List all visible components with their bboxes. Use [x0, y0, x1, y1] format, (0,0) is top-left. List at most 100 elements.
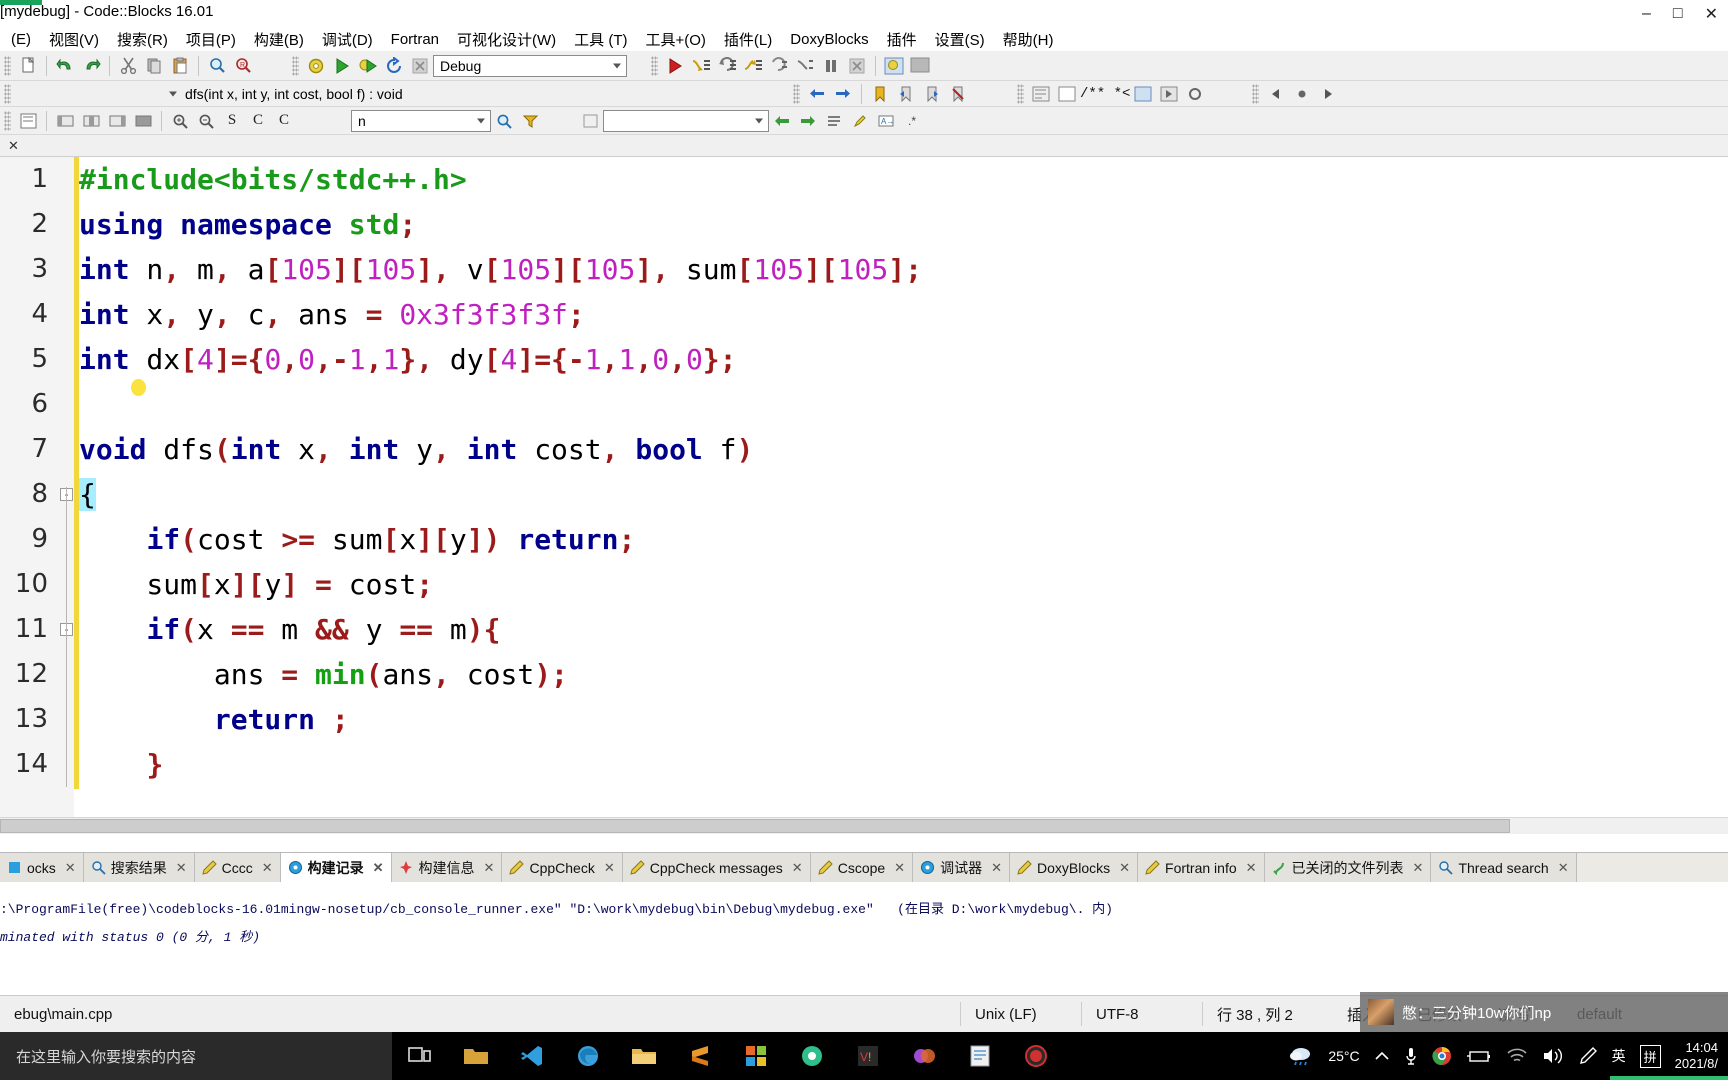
- replace-icon[interactable]: R: [230, 54, 256, 78]
- log-tab-cppcheck[interactable]: CppCheck ✕: [502, 853, 623, 882]
- log-tab-close-icon[interactable]: ✕: [991, 860, 1002, 876]
- search-list-icon[interactable]: [821, 109, 847, 133]
- search-more-icon[interactable]: .*: [899, 109, 925, 133]
- step-into-icon[interactable]: [688, 54, 714, 78]
- find-icon[interactable]: [204, 54, 230, 78]
- log-tab-doxyblocks[interactable]: DoxyBlocks ✕: [1009, 853, 1139, 882]
- volume-icon[interactable]: [1542, 1047, 1564, 1065]
- zoom-out-icon[interactable]: [193, 109, 219, 133]
- ime-language[interactable]: 英: [1612, 1046, 1626, 1066]
- bookmark-prev-icon[interactable]: [893, 82, 919, 106]
- next-instruction-icon[interactable]: [792, 54, 818, 78]
- regex-icon[interactable]: C: [271, 109, 297, 133]
- maximize-button[interactable]: □: [1673, 5, 1683, 22]
- log-tab-close-icon[interactable]: ✕: [604, 860, 615, 876]
- fortran-prev-icon[interactable]: [1263, 82, 1289, 106]
- build-log-pane[interactable]: :\ProgramFile(free)\codeblocks-16.01ming…: [0, 882, 1728, 995]
- code-line[interactable]: }: [79, 742, 1728, 787]
- various-info-icon[interactable]: [907, 54, 933, 78]
- search-next-icon[interactable]: [795, 109, 821, 133]
- log-tab-close-icon[interactable]: ✕: [1119, 860, 1130, 876]
- symbol-search-icon[interactable]: [491, 109, 517, 133]
- highlight-icon[interactable]: [847, 109, 873, 133]
- code-line[interactable]: {: [79, 472, 1728, 517]
- task-view-icon[interactable]: [392, 1032, 448, 1080]
- code-line[interactable]: int n, m, a[105][105], v[105][105], sum[…: [79, 247, 1728, 292]
- log-tab-build-messages[interactable]: 构建信息 ✕: [391, 853, 503, 882]
- record-icon[interactable]: [1008, 1032, 1064, 1080]
- close-button[interactable]: ✕: [1705, 4, 1718, 24]
- align-left-icon[interactable]: [52, 109, 78, 133]
- editor-horizontal-scrollbar[interactable]: [0, 817, 1728, 834]
- green-app-icon[interactable]: [784, 1032, 840, 1080]
- weather-icon[interactable]: [1288, 1045, 1314, 1067]
- microphone-icon[interactable]: [1404, 1046, 1418, 1066]
- folder-explorer-icon[interactable]: [448, 1032, 504, 1080]
- menu-tools-plus[interactable]: 工具+(O): [637, 29, 715, 50]
- fortran-marker-icon[interactable]: [1289, 82, 1315, 106]
- log-tab-close-icon[interactable]: ✕: [373, 860, 384, 876]
- debugging-windows-icon[interactable]: [881, 54, 907, 78]
- menu-tools[interactable]: 工具 (T): [565, 29, 636, 50]
- log-tab-close-icon[interactable]: ✕: [894, 860, 905, 876]
- code-line[interactable]: sum[x][y] = cost;: [79, 562, 1728, 607]
- log-tab-cccc[interactable]: Cccc ✕: [194, 853, 281, 882]
- menu-fortran[interactable]: Fortran: [382, 31, 448, 48]
- code-line[interactable]: using namespace std;: [79, 202, 1728, 247]
- file-explorer-icon[interactable]: [616, 1032, 672, 1080]
- function-scope-combo[interactable]: dfs(int x, int y, int cost, bool f) : vo…: [165, 83, 765, 105]
- pause-icon[interactable]: [818, 54, 844, 78]
- menu-debug[interactable]: 调试(D): [313, 29, 382, 50]
- log-tab-close-icon[interactable]: ✕: [1413, 860, 1424, 876]
- align-fill-icon[interactable]: [130, 109, 156, 133]
- log-tab-closed-files[interactable]: 已关闭的文件列表 ✕: [1264, 853, 1432, 882]
- code-editor[interactable]: 1 2 3 4 5 6 7 8 9 10 11 12 13 14 #include<bits/stdc++…: [0, 157, 1728, 817]
- menu-plugins[interactable]: 插件(L): [715, 29, 781, 50]
- notes-app-icon[interactable]: [952, 1032, 1008, 1080]
- bookmark-toggle-icon[interactable]: [867, 82, 893, 106]
- fortran-next-icon[interactable]: [1315, 82, 1341, 106]
- menu-edit[interactable]: (E): [2, 31, 40, 48]
- weather-temperature[interactable]: 25°C: [1328, 1048, 1359, 1064]
- symbol-scope-combo[interactable]: n: [351, 109, 491, 132]
- zoom-in-icon[interactable]: [167, 109, 193, 133]
- build-icon[interactable]: [303, 54, 329, 78]
- menu-project[interactable]: 项目(P): [177, 29, 245, 50]
- log-tab-codeblocks[interactable]: ocks ✕: [0, 853, 84, 882]
- align-right-icon[interactable]: [104, 109, 130, 133]
- menu-search[interactable]: 搜索(R): [108, 29, 177, 50]
- menu-wxsmith[interactable]: 可视化设计(W): [448, 29, 565, 50]
- toolbar-grip[interactable]: [4, 55, 11, 76]
- bookmark-next-icon[interactable]: [919, 82, 945, 106]
- log-tab-close-icon[interactable]: ✕: [792, 860, 803, 876]
- toolbar-grip-2[interactable]: [4, 110, 11, 131]
- nav-forward-icon[interactable]: [830, 82, 856, 106]
- search-scope-icon[interactable]: A→: [873, 109, 899, 133]
- thread-search-input[interactable]: [603, 109, 769, 132]
- log-tab-close-icon[interactable]: ✕: [1558, 860, 1569, 876]
- toolbar-grip-doxy[interactable]: [1017, 83, 1024, 104]
- code-line[interactable]: void dfs(int x, int y, int cost, bool f): [79, 427, 1728, 472]
- pen-icon[interactable]: [1578, 1046, 1598, 1066]
- toolbar-grip-fortran[interactable]: [1252, 83, 1260, 104]
- undo-icon[interactable]: [52, 54, 78, 78]
- redo-icon[interactable]: [78, 54, 104, 78]
- cut-icon[interactable]: [115, 54, 141, 78]
- menu-doxyblocks[interactable]: DoxyBlocks: [781, 31, 877, 48]
- search-prev-icon[interactable]: [769, 109, 795, 133]
- match-case-icon[interactable]: S: [219, 109, 245, 133]
- step-over-icon[interactable]: [714, 54, 740, 78]
- menu-build[interactable]: 构建(B): [245, 29, 313, 50]
- align-center-icon[interactable]: [78, 109, 104, 133]
- new-file-icon[interactable]: [15, 54, 41, 78]
- toolbar-grip-nav[interactable]: [793, 83, 800, 104]
- chrome-icon[interactable]: [1432, 1046, 1452, 1066]
- edge-icon[interactable]: [560, 1032, 616, 1080]
- sublime-icon[interactable]: [672, 1032, 728, 1080]
- battery-icon[interactable]: [1466, 1049, 1492, 1063]
- log-tab-search-results[interactable]: 搜索结果 ✕: [83, 853, 195, 882]
- menu-view[interactable]: 视图(V): [40, 29, 108, 50]
- doxy-run-icon[interactable]: [1156, 82, 1182, 106]
- log-tab-cscope[interactable]: Cscope ✕: [810, 853, 914, 882]
- log-tab-build-log[interactable]: 构建记录 ✕: [280, 853, 392, 882]
